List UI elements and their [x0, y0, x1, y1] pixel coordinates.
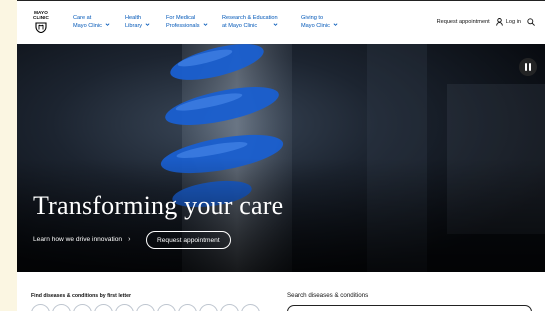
request-appointment-link[interactable]: Request appointment: [437, 19, 490, 25]
nav-label-line-1: Giving to: [301, 15, 324, 21]
letter-button[interactable]: [136, 304, 155, 311]
nav-label-line-2: Mayo Clinic: [73, 23, 102, 29]
letter-button[interactable]: [115, 304, 134, 311]
chevron-down-icon: [203, 23, 208, 26]
pause-icon: [525, 63, 527, 71]
nav-giving-to-mayo-clinic[interactable]: Giving to Mayo Clinic: [301, 14, 338, 30]
nav-label-line-1: For Medical: [166, 15, 196, 21]
letter-button[interactable]: [73, 304, 92, 311]
user-icon: [495, 18, 503, 26]
letter-button[interactable]: [178, 304, 197, 311]
nav-health-library[interactable]: Health Library: [125, 14, 150, 30]
nav-for-medical-professionals[interactable]: For Medical Professionals: [166, 14, 208, 30]
nav-care-at-mayo-clinic[interactable]: Care at Mayo Clinic: [73, 14, 110, 30]
login-link[interactable]: Log in: [506, 19, 521, 25]
hero-link-label: Learn how we drive innovation: [33, 236, 123, 243]
letter-button[interactable]: [31, 304, 50, 311]
chevron-down-icon: [333, 23, 338, 26]
page: MAYO CLINIC Care at Mayo Clinic Health L…: [17, 0, 545, 311]
logo-line-2: CLINIC: [33, 14, 49, 20]
chevron-down-icon: [145, 23, 150, 26]
nav-research-education[interactable]: Research & Education at Mayo Clinic: [222, 14, 278, 30]
site-header: MAYO CLINIC Care at Mayo Clinic Health L…: [17, 0, 545, 44]
diseases-section: Find diseases & conditions by first lett…: [17, 272, 545, 311]
letter-button[interactable]: [220, 304, 239, 311]
letter-button[interactable]: [241, 304, 260, 311]
nav-label-line-2: at Mayo Clinic: [222, 23, 258, 29]
search-diseases-label: Search diseases & conditions: [287, 292, 369, 299]
nav-label-line-2: Library: [125, 23, 143, 29]
letter-buttons: [31, 304, 260, 311]
search-icon[interactable]: [527, 18, 535, 26]
letter-button[interactable]: [52, 304, 71, 311]
request-appointment-button[interactable]: Request appointment: [146, 231, 231, 249]
mayo-clinic-logo[interactable]: MAYO CLINIC: [31, 10, 51, 37]
hero-banner: Transforming your care Learn how we driv…: [17, 44, 545, 272]
chevron-right-icon: ›: [128, 236, 131, 243]
letter-button[interactable]: [157, 304, 176, 311]
hero-title: Transforming your care: [33, 191, 284, 220]
chevron-down-icon: [273, 23, 278, 26]
nav-label-line-2: Professionals: [166, 23, 200, 29]
utility-nav: Request appointment Log in: [437, 18, 535, 26]
letter-button[interactable]: [199, 304, 218, 311]
nav-label-line-1: Health: [125, 15, 142, 21]
find-by-letter-label: Find diseases & conditions by first lett…: [31, 293, 132, 299]
search-diseases-input[interactable]: [287, 305, 532, 311]
letter-button[interactable]: [94, 304, 113, 311]
nav-label-line-1: Research & Education: [222, 15, 278, 21]
nav-label-line-2: Mayo Clinic: [301, 23, 330, 29]
pause-button[interactable]: [519, 58, 537, 76]
chevron-down-icon: [105, 23, 110, 26]
nav-label-line-1: Care at: [73, 15, 92, 21]
learn-innovation-link[interactable]: Learn how we drive innovation ›: [33, 236, 130, 243]
shield-logo-icon: [35, 22, 47, 33]
